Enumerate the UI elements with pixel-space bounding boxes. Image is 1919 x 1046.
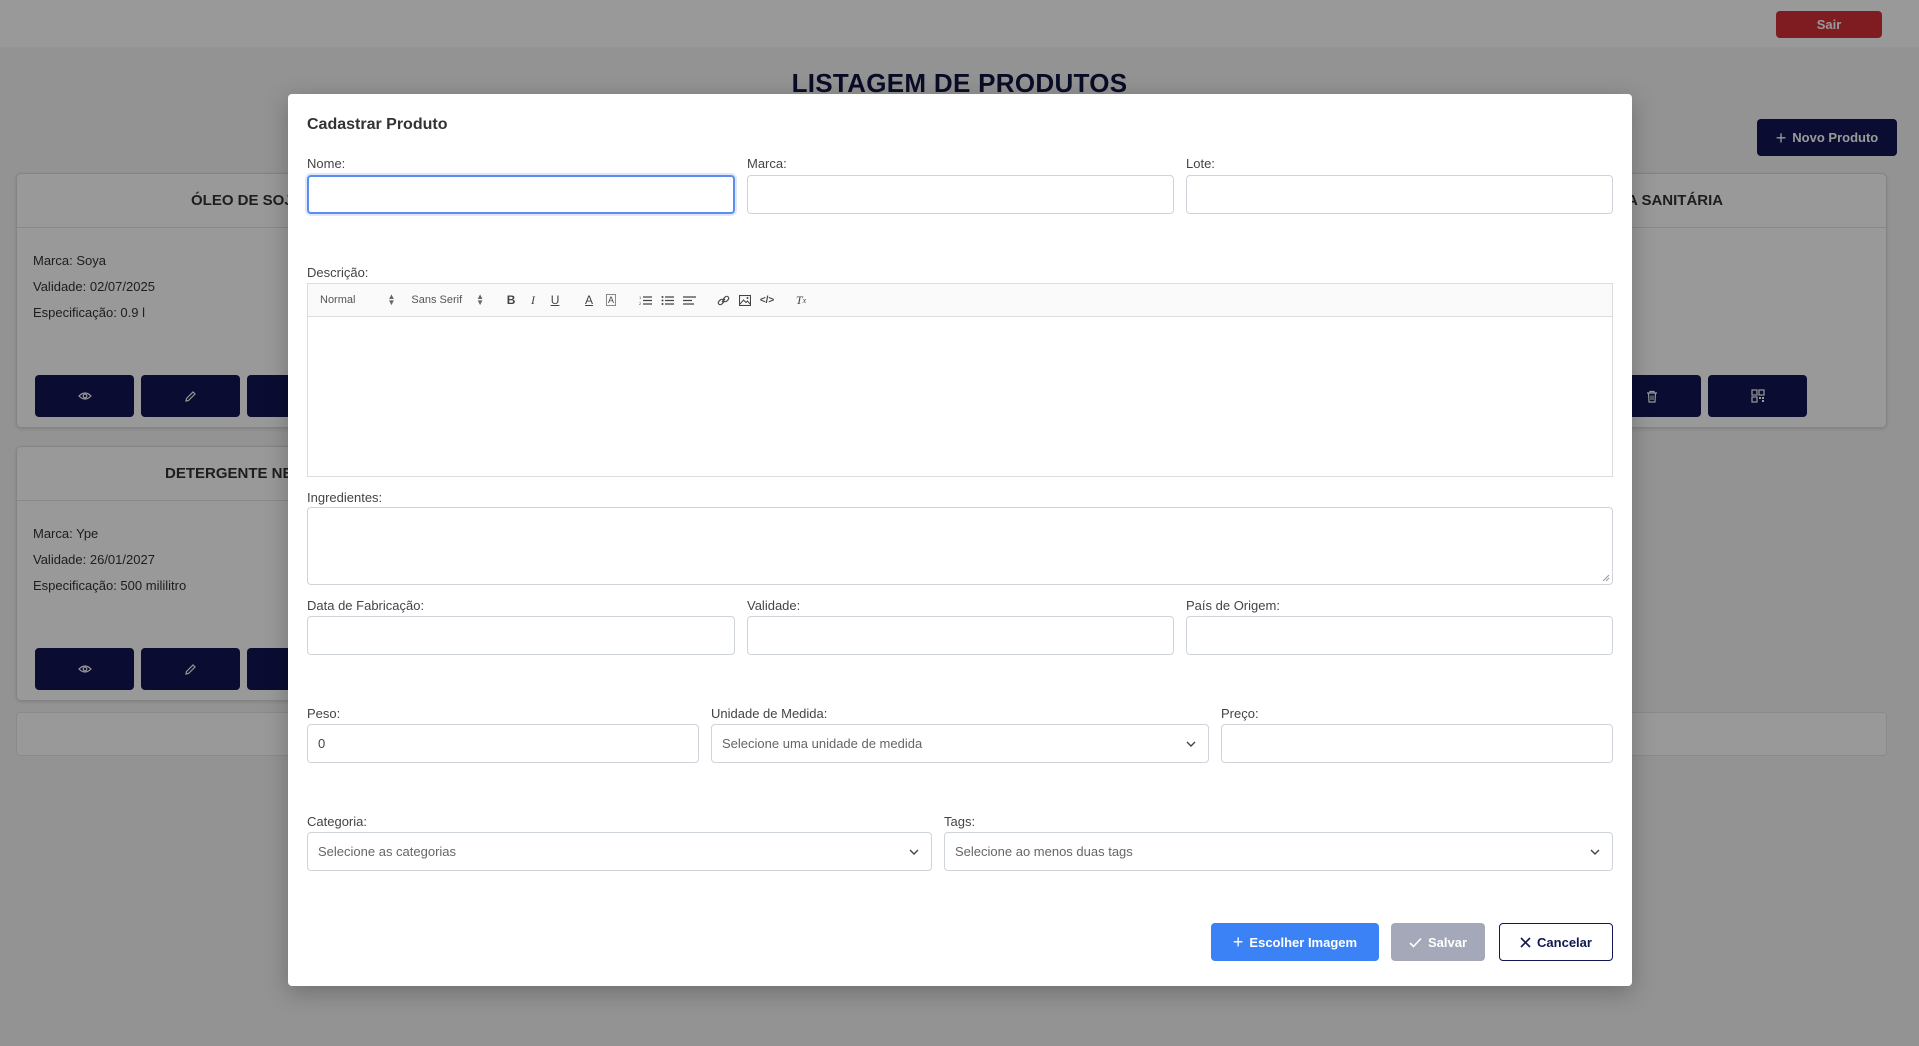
italic-icon[interactable]: I <box>522 289 544 311</box>
lot-label: Lote: <box>1186 156 1215 171</box>
svg-text:2: 2 <box>639 301 642 306</box>
save-label: Salvar <box>1427 934 1468 950</box>
origin-country-label: País de Origem: <box>1186 598 1280 613</box>
header-select-value: Normal <box>320 294 356 306</box>
check-icon <box>1409 937 1422 948</box>
save-button[interactable]: Salvar <box>1391 923 1485 961</box>
editor-toolbar: Normal ▲ ▼ Sans Serif ▲ ▼ B I U A A 12 <… <box>308 284 1612 317</box>
code-block-icon[interactable]: </> <box>756 289 778 311</box>
ingredients-textarea[interactable] <box>307 507 1613 585</box>
text-color-icon[interactable]: A <box>578 289 600 311</box>
description-label: Descrição: <box>307 265 369 280</box>
validity-input[interactable] <box>747 616 1174 655</box>
modal-title: Cadastrar Produto <box>307 116 448 133</box>
price-label: Preço: <box>1221 706 1259 721</box>
brand-label: Marca: <box>747 156 787 171</box>
image-icon[interactable] <box>734 289 756 311</box>
unit-select-placeholder: Selecione uma unidade de medida <box>722 736 923 751</box>
close-icon <box>1520 936 1531 948</box>
weight-label: Peso: <box>307 706 341 721</box>
tags-label: Tags: <box>944 814 976 829</box>
choose-image-label: Escolher Imagem <box>1249 934 1358 950</box>
updown-icon: ▲ ▼ <box>476 292 485 307</box>
chevron-down-icon <box>1186 741 1196 747</box>
link-icon[interactable] <box>712 289 734 311</box>
register-product-modal: Cadastrar Produto Nome: Marca: Lote: Des… <box>288 94 1632 986</box>
manufacture-date-input[interactable] <box>307 616 735 655</box>
price-input[interactable] <box>1221 724 1613 763</box>
ingredients-label: Ingredientes: <box>307 490 383 505</box>
brand-input[interactable] <box>747 175 1174 214</box>
plus-icon: + <box>1232 931 1244 952</box>
description-editor: Normal ▲ ▼ Sans Serif ▲ ▼ B I U A A 12 <… <box>307 283 1613 477</box>
tags-select[interactable]: Selecione ao menos duas tags <box>944 832 1613 871</box>
background-color-icon[interactable]: A <box>600 289 622 311</box>
bold-icon[interactable]: B <box>500 289 522 311</box>
ordered-list-icon[interactable]: 12 <box>634 289 656 311</box>
lot-input[interactable] <box>1186 175 1613 214</box>
unit-select[interactable]: Selecione uma unidade de medida <box>711 724 1209 763</box>
chevron-down-icon <box>909 849 919 855</box>
weight-input[interactable]: 0 <box>307 724 699 763</box>
clear-format-icon[interactable]: Tx <box>790 289 812 311</box>
validity-label: Validade: <box>747 598 801 613</box>
underline-icon[interactable]: U <box>544 289 566 311</box>
font-select-value: Sans Serif <box>411 294 463 306</box>
category-select-placeholder: Selecione as categorias <box>318 844 457 859</box>
description-text-area[interactable] <box>308 317 1612 476</box>
category-select[interactable]: Selecione as categorias <box>307 832 932 871</box>
align-icon[interactable] <box>678 289 700 311</box>
origin-country-input[interactable] <box>1186 616 1613 655</box>
bullet-list-icon[interactable] <box>656 289 678 311</box>
font-select[interactable]: Sans Serif ▲ ▼ <box>411 292 485 307</box>
manufacture-date-label: Data de Fabricação: <box>307 598 425 613</box>
svg-text:1: 1 <box>639 295 642 300</box>
cancel-button[interactable]: Cancelar <box>1499 923 1613 961</box>
unit-label: Unidade de Medida: <box>711 706 828 721</box>
updown-icon: ▲ ▼ <box>387 292 396 307</box>
category-label: Categoria: <box>307 814 367 829</box>
name-input[interactable] <box>307 175 735 214</box>
choose-image-button[interactable]: + Escolher Imagem <box>1211 923 1379 961</box>
name-label: Nome: <box>307 156 346 171</box>
tags-select-placeholder: Selecione ao menos duas tags <box>955 844 1133 859</box>
resize-handle-icon[interactable] <box>1602 574 1610 582</box>
chevron-down-icon <box>1590 849 1600 855</box>
cancel-label: Cancelar <box>1537 934 1592 950</box>
header-select[interactable]: Normal ▲ ▼ <box>320 292 396 307</box>
